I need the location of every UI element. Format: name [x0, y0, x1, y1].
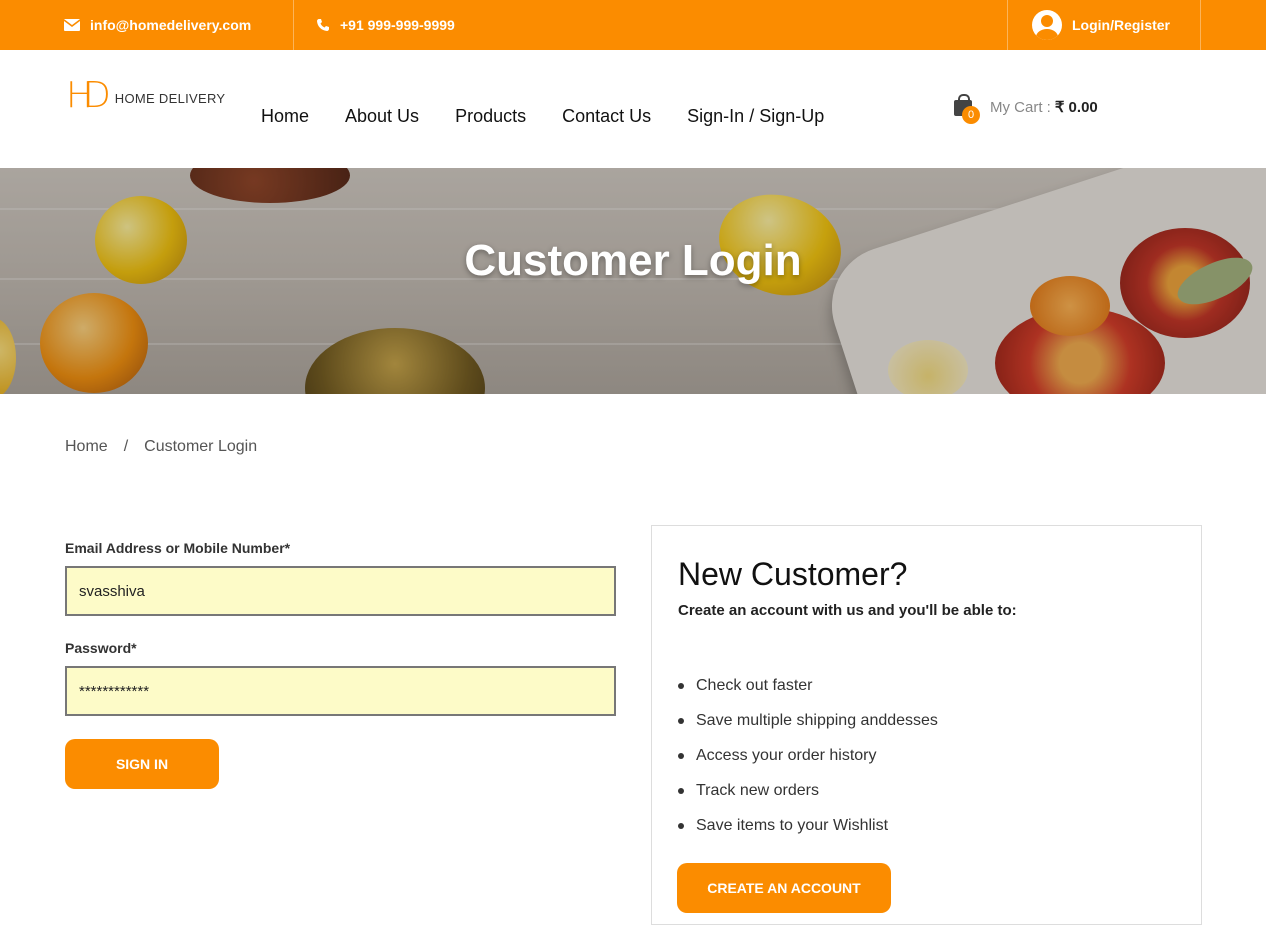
- breadcrumb-current: Customer Login: [144, 438, 258, 455]
- site-logo[interactable]: HD HOME DELIVERY: [66, 76, 225, 116]
- sign-in-button[interactable]: SIGN IN: [65, 739, 219, 789]
- benefit-text: Save multiple shipping anddesses: [696, 711, 938, 729]
- password-label: Password*: [65, 640, 137, 656]
- divider: [293, 0, 294, 50]
- create-account-button[interactable]: CREATE AN ACCOUNT: [677, 863, 891, 913]
- divider: [1007, 0, 1008, 50]
- list-item: Check out faster: [678, 668, 938, 703]
- breadcrumb-separator: /: [123, 438, 129, 455]
- nav-about-us[interactable]: About Us: [345, 106, 419, 127]
- password-field-group: Password*: [65, 640, 616, 716]
- list-item: Save multiple shipping anddesses: [678, 703, 938, 738]
- nav-products[interactable]: Products: [455, 106, 526, 127]
- cart-amount: ₹ 0.00: [1054, 99, 1098, 116]
- login-form: Email Address or Mobile Number* Password…: [65, 540, 616, 789]
- top-bar: info@homedelivery.com +91 999-999-9999 L…: [0, 0, 1266, 50]
- cart-summary[interactable]: 0 My Cart : ₹ 0.00: [954, 94, 1098, 124]
- nav-sign-in-sign-up[interactable]: Sign-In / Sign-Up: [687, 106, 824, 127]
- new-customer-subtitle: Create an account with us and you'll be …: [678, 602, 1017, 619]
- bullet-icon: [678, 717, 684, 724]
- benefit-text: Track new orders: [696, 781, 819, 799]
- email-input[interactable]: [65, 566, 616, 616]
- login-register-text: Login/Register: [1072, 17, 1171, 33]
- envelope-icon: [64, 19, 80, 31]
- shopping-bag-icon: 0: [954, 94, 980, 124]
- breadcrumb-home[interactable]: Home: [65, 438, 108, 456]
- divider: [1200, 0, 1201, 50]
- page-banner: Customer Login: [0, 168, 1266, 394]
- nav-home[interactable]: Home: [261, 106, 309, 127]
- bullet-icon: [678, 752, 684, 759]
- user-avatar-icon: [1032, 10, 1062, 40]
- contact-email[interactable]: info@homedelivery.com: [64, 0, 251, 50]
- contact-phone[interactable]: +91 999-999-9999: [316, 0, 455, 50]
- email-field-group: Email Address or Mobile Number*: [65, 540, 616, 616]
- new-customer-panel: New Customer? Create an account with us …: [651, 525, 1202, 925]
- bullet-icon: [678, 822, 684, 829]
- list-item: Save items to your Wishlist: [678, 808, 938, 843]
- bullet-icon: [678, 682, 684, 689]
- benefit-text: Access your order history: [696, 746, 877, 764]
- breadcrumb: Home / Customer Login: [65, 438, 257, 456]
- contact-phone-text: +91 999-999-9999: [340, 17, 455, 33]
- login-register-link[interactable]: Login/Register: [1032, 0, 1170, 50]
- password-input[interactable]: [65, 666, 616, 716]
- new-customer-title: New Customer?: [678, 556, 908, 592]
- cart-label: My Cart :: [990, 98, 1051, 116]
- page-title: Customer Login: [464, 236, 802, 285]
- logo-mark: HD: [66, 75, 111, 116]
- email-label: Email Address or Mobile Number*: [65, 540, 291, 556]
- logo-text: HOME DELIVERY: [114, 90, 226, 106]
- site-header: HD HOME DELIVERY Home About Us Products …: [0, 50, 1266, 168]
- list-item: Access your order history: [678, 738, 938, 773]
- phone-icon: [317, 19, 329, 31]
- cart-count-badge: 0: [962, 106, 980, 124]
- nav-contact-us[interactable]: Contact Us: [562, 106, 651, 127]
- benefit-text: Save items to your Wishlist: [696, 816, 889, 834]
- benefits-list: Check out faster Save multiple shipping …: [678, 668, 938, 843]
- benefit-text: Check out faster: [696, 676, 813, 694]
- contact-email-text: info@homedelivery.com: [90, 17, 252, 33]
- bullet-icon: [678, 787, 684, 794]
- main-nav: Home About Us Products Contact Us Sign-I…: [261, 106, 824, 127]
- list-item: Track new orders: [678, 773, 938, 808]
